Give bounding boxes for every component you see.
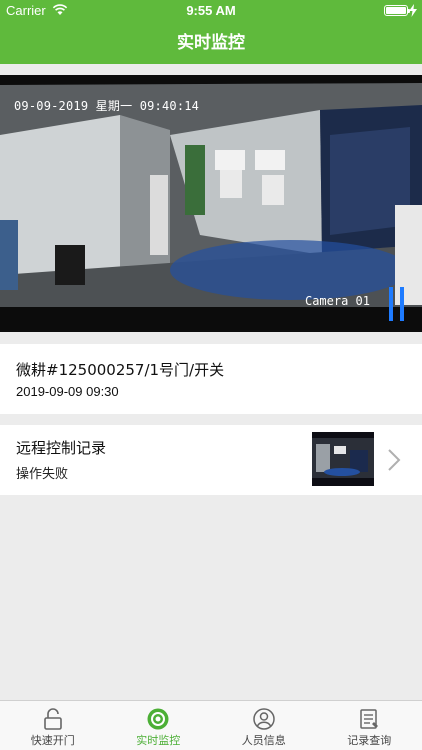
pause-icon — [389, 287, 393, 321]
tab-label: 快速开门 — [30, 734, 75, 747]
device-info-card: 微耕#125000257/1号门/开关 2019-09-09 09:30 — [0, 344, 422, 414]
battery-icon — [384, 5, 410, 16]
record-title: 远程控制记录 — [16, 439, 107, 457]
pause-button[interactable] — [386, 287, 408, 321]
tab-record-query[interactable]: 记录查询 — [317, 701, 422, 750]
person-icon — [253, 708, 275, 730]
camera-label: Camera 01 — [304, 294, 370, 308]
chevron-right-icon — [388, 449, 401, 471]
document-icon — [360, 709, 379, 729]
nav-bar: 实时监控 — [0, 22, 422, 64]
tab-bar: 快速开门 实时监控 人员信息 记录查询 — [0, 700, 422, 750]
tab-live-monitor[interactable]: 实时监控 — [106, 701, 212, 750]
video-timestamp: 09-09-2019 星期一 09:40:14 — [14, 99, 200, 113]
tab-label: 人员信息 — [241, 734, 286, 747]
remote-control-record-row[interactable]: 远程控制记录 操作失败 — [0, 425, 422, 495]
lock-icon — [43, 708, 62, 730]
tab-person-info[interactable]: 人员信息 — [211, 701, 317, 750]
charging-bolt-icon — [409, 4, 417, 17]
device-name: 微耕#125000257/1号门/开关 — [16, 361, 225, 379]
clock-time: 9:55 AM — [186, 3, 236, 18]
device-datetime: 2019-09-09 09:30 — [16, 384, 119, 399]
monitor-icon — [147, 708, 169, 730]
tab-label: 记录查询 — [347, 734, 392, 747]
tab-label: 实时监控 — [136, 734, 181, 747]
live-video-view[interactable]: 09-09-2019 星期一 09:40:14 Camera 01 — [0, 75, 422, 332]
tab-quick-open[interactable]: 快速开门 — [0, 701, 106, 750]
status-bar: Carrier 9:55 AM — [0, 0, 422, 22]
record-thumbnail — [312, 432, 374, 486]
page-title: 实时监控 — [177, 33, 245, 53]
record-status: 操作失败 — [16, 467, 69, 482]
